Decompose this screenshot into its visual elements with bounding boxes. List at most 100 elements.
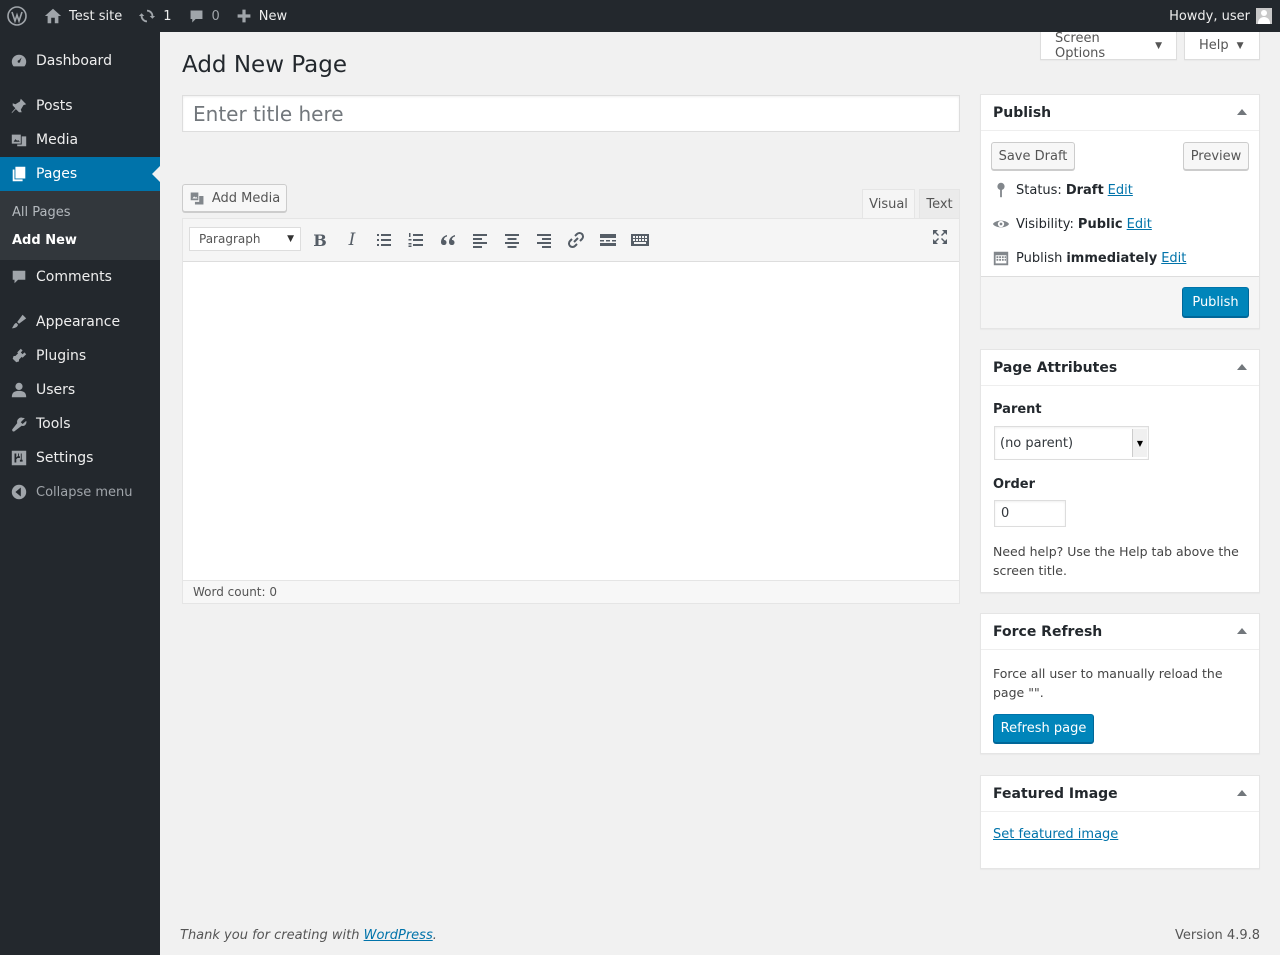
media-icon <box>11 134 27 147</box>
collapse-toggle-icon[interactable] <box>1237 364 1247 370</box>
bold-button[interactable]: B <box>308 228 332 252</box>
footer-version: Version 4.9.8 <box>1174 928 1260 943</box>
edit-status-link[interactable]: Edit <box>1108 183 1133 198</box>
numbered-list-button[interactable] <box>404 228 428 252</box>
collapse-toggle-icon[interactable] <box>1237 790 1247 796</box>
updates-count: 1 <box>163 8 172 24</box>
help-button[interactable]: Help ▼ <box>1184 32 1260 60</box>
sidebar-item-appearance[interactable]: Appearance <box>0 305 160 339</box>
publish-box-header[interactable]: Publish <box>981 95 1259 131</box>
pages-submenu: All Pages Add New <box>0 191 160 260</box>
sidebar-item-plugins[interactable]: Plugins <box>0 339 160 373</box>
footer-period: . <box>432 928 437 943</box>
parent-label: Parent <box>993 402 1042 417</box>
publish-time-label: Publish <box>1016 250 1063 266</box>
featured-image-title: Featured Image <box>993 785 1118 802</box>
submenu-item-all-pages[interactable]: All Pages <box>0 198 160 226</box>
editor-status-bar: Word count: 0 <box>183 580 959 603</box>
bullet-list-button[interactable] <box>372 228 396 252</box>
help-label: Help <box>1199 38 1229 53</box>
edit-publish-time-link[interactable]: Edit <box>1161 251 1186 266</box>
insert-link-button[interactable] <box>564 228 588 252</box>
set-featured-image-link[interactable]: Set featured image <box>993 827 1118 842</box>
sidebar-item-users[interactable]: Users <box>0 373 160 407</box>
sidebar-item-label: Comments <box>36 269 112 285</box>
align-left-button[interactable] <box>468 228 492 252</box>
sidebar-item-label: Media <box>36 132 79 148</box>
read-more-button[interactable] <box>596 228 620 252</box>
page-attributes-help: Need help? Use the Help tab above the sc… <box>993 544 1239 578</box>
align-left-icon <box>473 234 487 248</box>
submenu-item-add-new[interactable]: Add New <box>0 226 160 254</box>
keyboard-icon <box>631 234 649 246</box>
updates-link[interactable]: 1 <box>130 0 179 32</box>
wordpress-logo-icon <box>7 6 27 26</box>
collapse-toggle-icon[interactable] <box>1237 628 1247 634</box>
page-attributes-header[interactable]: Page Attributes <box>981 350 1259 386</box>
collapse-toggle-icon[interactable] <box>1237 109 1247 115</box>
post-title-input[interactable] <box>182 95 960 132</box>
save-draft-button[interactable]: Save Draft <box>991 142 1075 170</box>
page-attributes-box: Page Attributes Parent (no parent) ▼ Ord… <box>980 349 1260 593</box>
admin-menu: Dashboard Posts Media Pages All Pages Ad… <box>0 32 160 955</box>
sidebar-item-label: Pages <box>36 166 78 182</box>
tab-text[interactable]: Text <box>919 189 960 218</box>
order-label: Order <box>993 477 1035 492</box>
screen-options-label: Screen Options <box>1055 30 1106 61</box>
format-select[interactable]: Paragraph ▼ <box>189 227 301 251</box>
align-right-button[interactable] <box>532 228 556 252</box>
featured-image-header[interactable]: Featured Image <box>981 776 1259 812</box>
quote-icon <box>441 235 455 245</box>
wordpress-logo-button[interactable] <box>0 0 36 32</box>
add-media-button[interactable]: Add Media <box>182 184 287 212</box>
collapse-menu-label: Collapse menu <box>36 484 133 500</box>
site-name-link[interactable]: Test site <box>36 0 130 32</box>
sidebar-item-tools[interactable]: Tools <box>0 407 160 441</box>
parent-select-value: (no parent) <box>1000 435 1074 451</box>
publish-time-row: Publish immediately Edit <box>992 249 1186 267</box>
preview-button[interactable]: Preview <box>1183 142 1249 170</box>
sidebar-item-dashboard[interactable]: Dashboard <box>0 44 160 78</box>
order-input[interactable] <box>994 500 1066 527</box>
add-media-label: Add Media <box>211 190 281 206</box>
edit-visibility-link[interactable]: Edit <box>1127 217 1152 232</box>
align-center-button[interactable] <box>500 228 524 252</box>
avatar <box>1256 8 1272 24</box>
media-icon <box>190 192 204 204</box>
wordpress-link[interactable]: WordPress <box>364 928 433 943</box>
new-label: New <box>258 8 288 24</box>
sidebar-item-posts[interactable]: Posts <box>0 89 160 123</box>
caret-down-icon: ▼ <box>1236 40 1244 51</box>
tab-visual[interactable]: Visual <box>862 189 915 218</box>
status-label: Status: <box>1016 182 1062 198</box>
comments-link[interactable]: 0 <box>180 0 228 32</box>
sidebar-item-media[interactable]: Media <box>0 123 160 157</box>
sidebar-item-pages[interactable]: Pages <box>0 157 160 191</box>
blockquote-button[interactable] <box>436 228 460 252</box>
italic-button[interactable]: I <box>340 228 364 252</box>
content-editor-area[interactable] <box>183 262 959 561</box>
pin-icon <box>11 98 27 114</box>
eye-icon <box>992 220 1010 228</box>
dashboard-icon <box>11 54 27 67</box>
parent-select[interactable]: (no parent) ▼ <box>994 426 1149 460</box>
distraction-free-button[interactable] <box>928 225 952 249</box>
screen-options-button[interactable]: Screen Options ▼ <box>1040 30 1177 61</box>
collapse-menu-button[interactable]: Collapse menu <box>0 475 160 509</box>
refresh-page-button[interactable]: Refresh page <box>993 714 1094 743</box>
comment-icon <box>12 270 26 284</box>
sidebar-item-label: Users <box>36 382 76 398</box>
plus-icon <box>237 9 251 23</box>
new-content-link[interactable]: New <box>228 0 295 32</box>
force-refresh-header[interactable]: Force Refresh <box>981 614 1259 650</box>
visibility-label: Visibility: <box>1016 216 1074 232</box>
home-icon <box>44 8 62 24</box>
my-account-link[interactable]: Howdy, user <box>1161 0 1280 32</box>
updates-icon <box>139 9 156 23</box>
sidebar-item-settings[interactable]: Settings <box>0 441 160 475</box>
sidebar-item-comments[interactable]: Comments <box>0 260 160 294</box>
settings-icon <box>11 450 27 466</box>
toolbar-toggle-button[interactable] <box>628 228 652 252</box>
plug-icon <box>12 348 27 363</box>
publish-button[interactable]: Publish <box>1182 287 1249 317</box>
